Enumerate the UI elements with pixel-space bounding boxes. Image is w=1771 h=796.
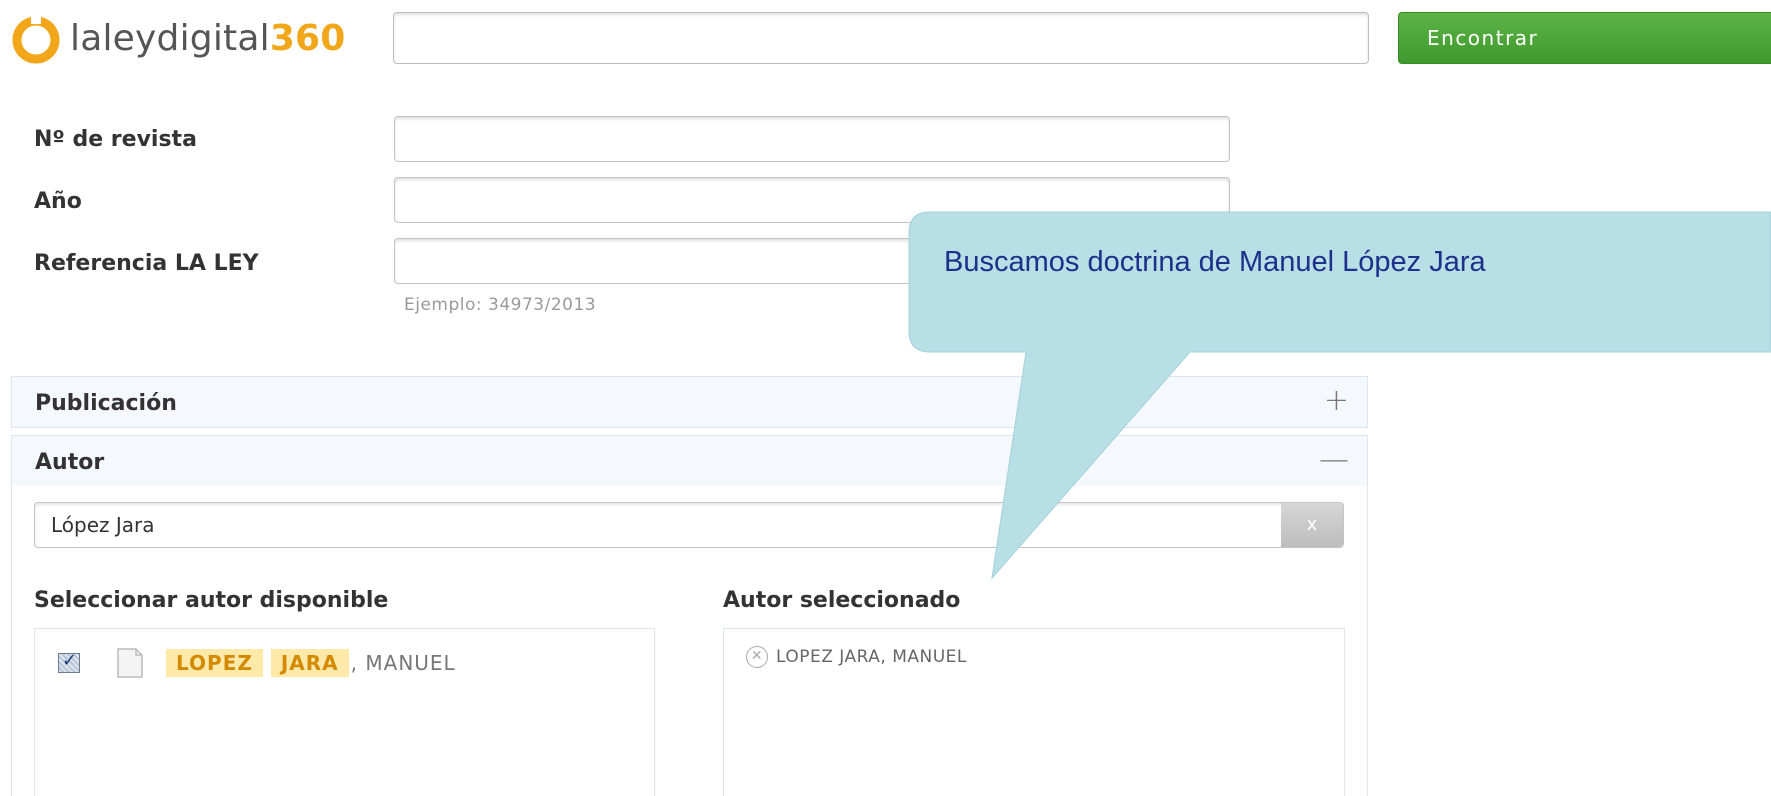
callout-text: Buscamos doctrina de Manuel López Jara <box>944 246 1486 278</box>
collapse-icon[interactable]: — <box>1319 442 1349 477</box>
revista-input[interactable] <box>394 116 1230 162</box>
accordion-publicacion-title: Publicación <box>35 391 177 416</box>
remove-circle-icon[interactable]: ✕ <box>746 646 768 668</box>
anio-input[interactable] <box>394 177 1230 223</box>
referencia-label: Referencia LA LEY <box>34 251 259 276</box>
accordion-autor-title: Autor <box>35 450 105 475</box>
document-icon <box>117 648 143 678</box>
logo-text: laleydigital360 <box>70 17 346 59</box>
find-button[interactable]: Encontrar <box>1398 12 1771 64</box>
expand-icon[interactable]: + <box>1324 383 1349 418</box>
logo-ring-icon <box>12 12 60 64</box>
list-item[interactable]: LOPEZ JARA , MANUEL <box>58 648 456 678</box>
selected-authors-title: Autor seleccionado <box>723 588 961 613</box>
author-surname-highlight: JARA <box>270 649 349 677</box>
revista-label: Nº de revista <box>34 127 197 152</box>
author-given-name: , MANUEL <box>350 651 456 675</box>
author-surname-highlight: LOPEZ <box>166 649 263 677</box>
main-search-input[interactable] <box>393 12 1369 64</box>
author-checkbox[interactable] <box>58 650 80 673</box>
accordion-autor[interactable]: Autor — <box>11 435 1368 487</box>
logo[interactable]: laleydigital360 <box>10 10 346 66</box>
available-authors-title: Seleccionar autor disponible <box>34 588 389 613</box>
accordion-publicacion[interactable]: Publicación + <box>11 376 1368 428</box>
author-search-input[interactable]: López Jara <box>34 502 1344 548</box>
referencia-hint: Ejemplo: 34973/2013 <box>404 295 597 315</box>
anio-label: Año <box>34 189 82 214</box>
selected-author-name: LOPEZ JARA, MANUEL <box>776 647 967 667</box>
selected-author-item: ✕ LOPEZ JARA, MANUEL <box>746 646 967 668</box>
clear-author-button[interactable]: x <box>1281 503 1343 547</box>
